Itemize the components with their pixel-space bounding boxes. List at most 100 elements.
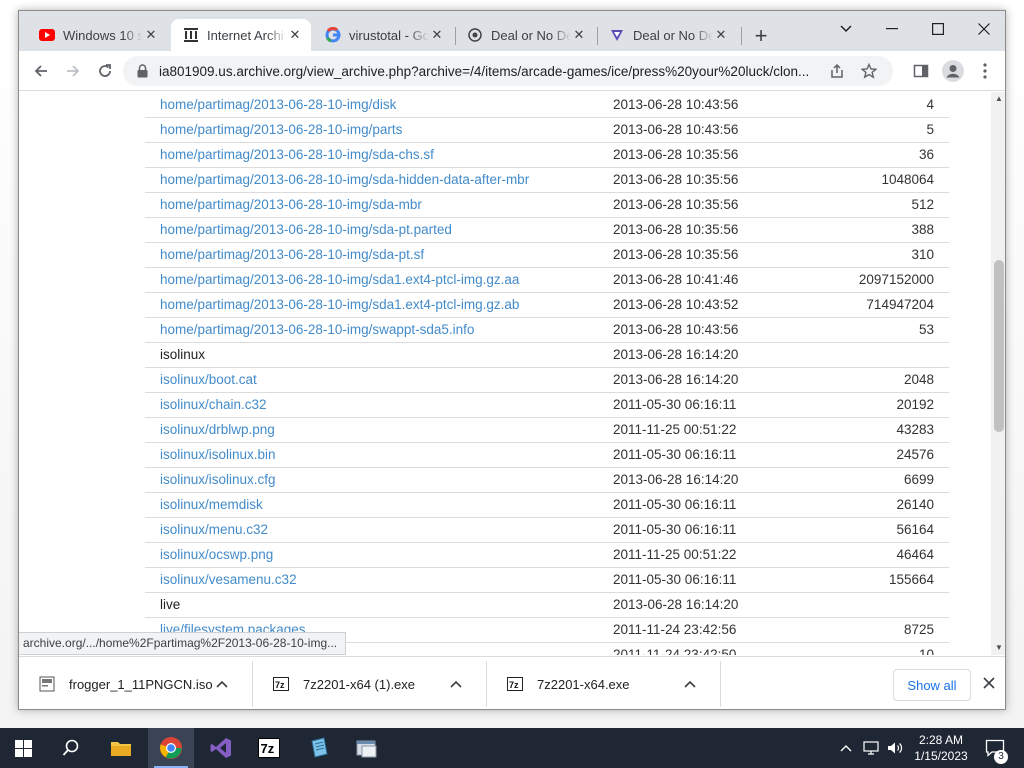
file-link[interactable]: home/partimag/2013-06-28-10-img/parts [160,122,402,137]
download-item[interactable]: 7z 7z2201-x64.exe [487,661,721,707]
file-name-cell: home/partimag/2013-06-28-10-img/sda1.ext… [145,292,613,318]
scroll-down-arrow-icon[interactable]: ▼ [991,641,1005,655]
download-item[interactable]: 7z 7z2201-x64 (1).exe [253,661,487,707]
close-tab-icon[interactable]: ✕ [143,27,159,43]
action-center-button[interactable]: 3 [980,728,1010,768]
file-link[interactable]: isolinux/memdisk [160,497,263,512]
close-tab-icon[interactable]: ✕ [713,27,729,43]
file-date-cell: 2013-06-28 16:14:20 [613,467,843,493]
file-date-cell: 2011-11-25 00:51:22 [613,542,843,568]
taskbar-notepad[interactable] [296,728,342,768]
file-date-cell: 2013-06-28 10:35:56 [613,192,843,218]
file-link[interactable]: home/partimag/2013-06-28-10-img/sda1.ext… [160,297,519,312]
menu-button[interactable] [971,57,999,85]
tab-youtube[interactable]: Windows 10 s ✕ [27,19,167,51]
file-date-cell: 2013-06-28 10:43:56 [613,317,843,343]
file-size-cell: 1048064 [843,167,949,193]
minimize-button[interactable] [869,15,915,43]
taskbar-chrome[interactable] [148,728,194,768]
show-hidden-icons-button[interactable] [836,728,856,768]
search-button[interactable] [48,728,94,768]
close-tab-icon[interactable]: ✕ [287,27,303,43]
maximize-button[interactable] [915,15,961,43]
close-window-button[interactable] [961,15,1005,43]
file-name-cell: isolinux/chain.c32 [145,392,613,418]
file-size-cell: 2097152000 [843,267,949,293]
chevron-down-icon [840,25,852,33]
file-link[interactable]: home/partimag/2013-06-28-10-img/swappt-s… [160,322,474,337]
address-bar[interactable]: ia801909.us.archive.org/view_archive.php… [123,56,893,86]
minimize-icon [886,28,898,30]
file-date-cell: 2013-06-28 16:14:20 [613,342,843,368]
taskbar-visual-studio[interactable] [198,728,244,768]
folder-icon [111,742,131,756]
forward-arrow-icon [67,65,80,77]
file-link[interactable]: home/partimag/2013-06-28-10-img/sda-pt.s… [160,247,424,262]
file-link[interactable]: isolinux/boot.cat [160,372,257,387]
close-download-shelf-icon[interactable] [979,673,999,693]
tab-title: Deal or No De [491,27,571,43]
tab-deal-or-no-deal[interactable]: Deal or No De ✕ [455,19,595,51]
bookmark-star-icon[interactable] [859,61,879,81]
chevron-up-icon[interactable] [684,680,698,688]
notification-count-badge: 3 [994,750,1008,764]
start-button[interactable] [0,728,46,768]
tab-internet-archive[interactable]: Internet Archi ✕ [171,19,311,51]
file-link[interactable]: isolinux/ocswp.png [160,547,273,562]
download-filename: frogger_1_11PNGCN.iso [69,676,213,692]
url-text[interactable]: ia801909.us.archive.org/view_archive.php… [159,64,839,79]
tab-title: virustotal - Go [349,27,429,43]
show-all-downloads-button[interactable]: Show all [893,669,971,701]
side-panel-button[interactable] [907,57,935,85]
file-link[interactable]: isolinux/vesamenu.c32 [160,572,297,587]
file-link[interactable]: home/partimag/2013-06-28-10-img/disk [160,97,396,112]
file-link[interactable]: isolinux/menu.c32 [160,522,268,537]
file-link[interactable]: home/partimag/2013-06-28-10-img/sda1.ext… [160,272,519,287]
scroll-up-arrow-icon[interactable]: ▲ [991,92,1005,106]
file-link[interactable]: home/partimag/2013-06-28-10-img/sda-pt.p… [160,222,452,237]
volume-icon[interactable] [884,728,906,768]
new-tab-button[interactable]: + [749,25,773,49]
forward-button[interactable] [59,57,87,85]
taskbar-app[interactable] [344,728,390,768]
tab-title: Deal or No De [633,27,713,43]
deal-icon-2 [609,27,625,43]
share-icon[interactable] [827,61,847,81]
taskbar-file-explorer[interactable] [98,728,144,768]
table-row: home/partimag/2013-06-28-10-img/sda1.ext… [145,292,949,318]
file-name-cell: isolinux [145,342,613,368]
network-icon[interactable] [860,728,882,768]
file-link[interactable]: isolinux/isolinux.cfg [160,472,276,487]
file-size-cell: 26140 [843,492,949,518]
file-size-cell: 8725 [843,617,949,643]
scrollbar-thumb[interactable] [994,260,1004,432]
file-link[interactable]: home/partimag/2013-06-28-10-img/sda-mbr [160,197,422,212]
tab-deal-or-no-deal-2[interactable]: Deal or No De ✕ [597,19,737,51]
taskbar-7zip[interactable]: 7z [246,728,292,768]
reload-button[interactable] [91,57,119,85]
file-date-cell: 2011-05-30 06:16:11 [613,517,843,543]
chevron-up-icon[interactable] [216,680,230,688]
tab-search-button[interactable] [823,15,869,43]
file-name-cell: home/partimag/2013-06-28-10-img/parts [145,117,613,143]
close-tab-icon[interactable]: ✕ [429,27,445,43]
profile-button[interactable] [939,57,967,85]
file-date-cell: 2013-06-28 10:43:52 [613,292,843,318]
reload-icon [99,64,111,77]
chevron-up-icon[interactable] [450,680,464,688]
file-link[interactable]: isolinux/chain.c32 [160,397,267,412]
file-name-cell: isolinux/isolinux.bin [145,442,613,468]
taskbar-clock[interactable]: 2:28 AM 1/15/2023 [906,732,976,764]
file-link[interactable]: home/partimag/2013-06-28-10-img/sda-chs.… [160,147,434,162]
file-link[interactable]: isolinux/drblwp.png [160,422,275,437]
back-button[interactable] [27,57,55,85]
clock-time: 2:28 AM [918,733,964,747]
download-item[interactable]: frogger_1_11PNGCN.iso [19,661,253,707]
vertical-scrollbar[interactable]: ▲ ▼ [991,92,1005,655]
table-row: isolinux/isolinux.cfg 2013-06-28 16:14:20… [145,467,949,493]
file-link[interactable]: isolinux/isolinux.bin [160,447,276,462]
lock-icon[interactable] [137,64,151,78]
tab-virustotal[interactable]: virustotal - Go ✕ [313,19,453,51]
close-tab-icon[interactable]: ✕ [571,27,587,43]
file-link[interactable]: home/partimag/2013-06-28-10-img/sda-hidd… [160,172,529,187]
